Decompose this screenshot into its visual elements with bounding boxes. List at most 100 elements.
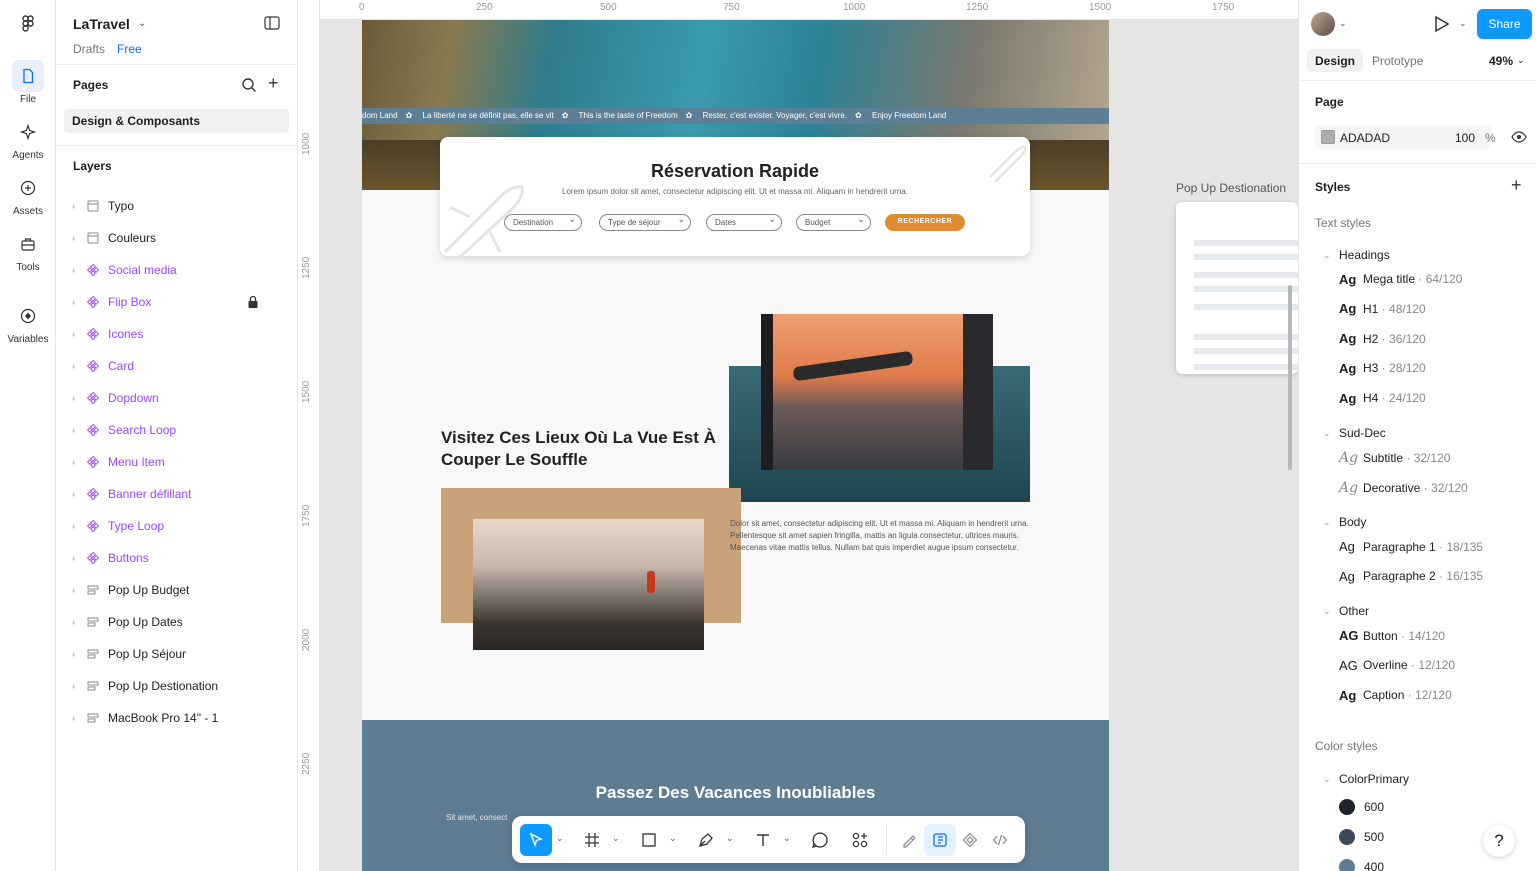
component-mode[interactable] bbox=[954, 824, 986, 856]
chevron-down-icon[interactable]: ⌄ bbox=[783, 833, 791, 844]
frame-label[interactable]: Pop Up Destionation bbox=[1176, 181, 1286, 195]
text-style-item[interactable]: Ag H4 · 24/120 bbox=[1339, 391, 1426, 406]
macbook-frame[interactable]: dom Land ✿ La liberté ne se définit pas, … bbox=[362, 20, 1109, 871]
chevron-down-icon[interactable]: ⌄ bbox=[1339, 18, 1347, 29]
rail-tools[interactable]: Tools bbox=[0, 228, 56, 273]
popup-destination-frame[interactable] bbox=[1176, 202, 1298, 374]
layer-item[interactable]: › Card bbox=[56, 354, 298, 378]
fill-hex[interactable]: ADADAD bbox=[1340, 131, 1390, 145]
layer-item[interactable]: › Banner défillant bbox=[56, 482, 298, 506]
avatar[interactable] bbox=[1311, 12, 1335, 36]
layer-item[interactable]: › Typo bbox=[56, 194, 298, 218]
chevron-right-icon[interactable]: › bbox=[72, 553, 82, 563]
text-style-item[interactable]: AG Button · 14/120 bbox=[1339, 628, 1445, 643]
chevron-down-icon[interactable]: ⌄ bbox=[556, 833, 564, 844]
layer-item[interactable]: › Flip Box bbox=[56, 290, 298, 314]
layer-item[interactable]: › Pop Up Dates bbox=[56, 610, 298, 634]
color-style-item[interactable]: 500 bbox=[1339, 829, 1384, 845]
chevron-right-icon[interactable]: › bbox=[72, 201, 82, 211]
chevron-down-icon[interactable]: ⌄ bbox=[1459, 18, 1467, 29]
zoom-level[interactable]: 49% bbox=[1489, 54, 1513, 68]
layer-item[interactable]: › Pop Up Budget bbox=[56, 578, 298, 602]
project-location[interactable]: Drafts bbox=[73, 42, 105, 56]
chevron-right-icon[interactable]: › bbox=[72, 521, 82, 531]
text-style-item[interactable]: Ag Caption · 12/120 bbox=[1339, 688, 1452, 703]
tab-design[interactable]: Design bbox=[1307, 49, 1363, 72]
text-tool[interactable] bbox=[747, 824, 779, 856]
chevron-right-icon[interactable]: › bbox=[72, 233, 82, 243]
booking-card[interactable]: Réservation Rapide Lorem ipsum dolor sit… bbox=[440, 137, 1030, 257]
style-group[interactable]: ⌄ Other bbox=[1323, 604, 1369, 618]
chevron-right-icon[interactable]: › bbox=[72, 617, 82, 627]
design-mode[interactable] bbox=[924, 824, 956, 856]
text-style-item[interactable]: Ag Mega title · 64/120 bbox=[1339, 272, 1462, 287]
budget-select[interactable]: Budget bbox=[796, 214, 871, 231]
add-page-button[interactable]: + bbox=[268, 73, 279, 94]
chevron-right-icon[interactable]: › bbox=[72, 329, 82, 339]
canvas[interactable]: 0 250 500 750 1000 1250 1500 1750 1000 1… bbox=[298, 0, 1298, 871]
rail-file[interactable]: File bbox=[0, 60, 56, 105]
dates-select[interactable]: Dates bbox=[706, 214, 782, 231]
text-style-item[interactable]: Ag Paragraphe 2 · 16/135 bbox=[1339, 569, 1483, 584]
text-style-item[interactable]: Ag Decorative · 32/120 bbox=[1339, 480, 1468, 496]
move-tool[interactable] bbox=[520, 824, 552, 856]
layer-item[interactable]: › Pop Up Destionation bbox=[56, 674, 298, 698]
rail-agents[interactable]: Agents bbox=[0, 116, 56, 161]
layer-item[interactable]: › Pop Up Séjour bbox=[56, 642, 298, 666]
layer-item[interactable]: › Buttons bbox=[56, 546, 298, 570]
rail-variables[interactable]: Variables bbox=[0, 300, 56, 345]
search-button[interactable]: RECHERCHER bbox=[885, 214, 965, 231]
layer-item[interactable]: › MacBook Pro 14" - 1 bbox=[56, 706, 298, 730]
color-style-item[interactable]: 400 bbox=[1339, 859, 1384, 871]
figma-logo-icon[interactable] bbox=[18, 14, 38, 34]
text-style-item[interactable]: Ag H1 · 48/120 bbox=[1339, 301, 1426, 316]
add-style-button[interactable]: + bbox=[1511, 175, 1522, 196]
layer-item[interactable]: › Icones bbox=[56, 322, 298, 346]
text-style-item[interactable]: Ag H3 · 28/120 bbox=[1339, 361, 1426, 376]
eye-icon[interactable] bbox=[1511, 130, 1527, 144]
layer-item[interactable]: › Couleurs bbox=[56, 226, 298, 250]
style-group[interactable]: ⌄ Body bbox=[1323, 515, 1366, 529]
text-style-item[interactable]: AG Overline · 12/120 bbox=[1339, 658, 1455, 673]
project-title[interactable]: LaTravel bbox=[73, 16, 130, 32]
comment-tool[interactable] bbox=[804, 824, 836, 856]
chevron-right-icon[interactable]: › bbox=[72, 393, 82, 403]
text-style-item[interactable]: Ag H2 · 36/120 bbox=[1339, 331, 1426, 346]
chevron-right-icon[interactable]: › bbox=[72, 713, 82, 723]
chevron-right-icon[interactable]: › bbox=[72, 585, 82, 595]
chevron-right-icon[interactable]: › bbox=[72, 361, 82, 371]
help-button[interactable]: ? bbox=[1483, 825, 1515, 857]
chevron-down-icon[interactable]: ⌄ bbox=[612, 833, 620, 844]
chevron-right-icon[interactable]: › bbox=[72, 489, 82, 499]
layer-item[interactable]: › Menu Item bbox=[56, 450, 298, 474]
chevron-right-icon[interactable]: › bbox=[72, 681, 82, 691]
layer-item[interactable]: › Social media bbox=[56, 258, 298, 282]
color-style-item[interactable]: 600 bbox=[1339, 799, 1384, 815]
layer-item[interactable]: › Type Loop bbox=[56, 514, 298, 538]
pen-tool[interactable] bbox=[690, 824, 722, 856]
dev-mode[interactable] bbox=[984, 824, 1016, 856]
destination-select[interactable]: Destination bbox=[504, 214, 582, 231]
layer-item[interactable]: › Dopdown bbox=[56, 386, 298, 410]
chevron-right-icon[interactable]: › bbox=[72, 649, 82, 659]
chevron-down-icon[interactable]: ⌄ bbox=[1517, 55, 1525, 66]
shape-tool[interactable] bbox=[633, 824, 665, 856]
chevron-down-icon[interactable]: ⌄ bbox=[726, 833, 734, 844]
chevron-right-icon[interactable]: › bbox=[72, 425, 82, 435]
fill-opacity[interactable]: 100 bbox=[1455, 131, 1475, 145]
text-style-item[interactable]: Ag Subtitle · 32/120 bbox=[1339, 450, 1450, 466]
style-group[interactable]: ⌄ Sud-Dec bbox=[1323, 426, 1386, 440]
draw-mode[interactable] bbox=[894, 824, 926, 856]
chevron-right-icon[interactable]: › bbox=[72, 265, 82, 275]
style-group[interactable]: ⌄ Headings bbox=[1323, 248, 1390, 262]
text-style-item[interactable]: Ag Paragraphe 1 · 18/135 bbox=[1339, 539, 1483, 554]
chevron-right-icon[interactable]: › bbox=[72, 297, 82, 307]
chevron-right-icon[interactable]: › bbox=[72, 457, 82, 467]
layer-item[interactable]: › Search Loop bbox=[56, 418, 298, 442]
color-group-colorprimary[interactable]: ⌄ ColorPrimary bbox=[1323, 772, 1409, 786]
share-button[interactable]: Share bbox=[1477, 9, 1532, 39]
page-fill-field[interactable]: ADADAD 100 % bbox=[1315, 125, 1496, 149]
page-item-design-composants[interactable]: Design & Composants bbox=[64, 109, 289, 133]
tab-prototype[interactable]: Prototype bbox=[1372, 54, 1423, 68]
fill-swatch[interactable] bbox=[1321, 130, 1335, 144]
